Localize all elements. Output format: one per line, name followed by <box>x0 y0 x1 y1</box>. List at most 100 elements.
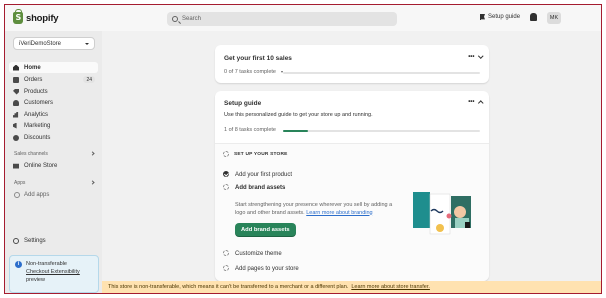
store-icon <box>13 163 19 169</box>
info-icon: i <box>15 261 22 268</box>
setup-guide-card: Setup guide ••• Use this personalized gu… <box>215 91 489 281</box>
illus-teal-panel <box>413 192 430 228</box>
step-add-pages[interactable]: Add pages to your store <box>235 266 299 272</box>
first-sales-card: Get your first 10 sales ••• 0 of 7 tasks… <box>215 45 489 83</box>
sidebar-item-orders[interactable]: Orders 24 <box>9 74 98 85</box>
store-selector[interactable]: iVeriDemoStore <box>13 37 95 50</box>
avatar[interactable]: MK <box>547 12 561 24</box>
store-name: iVeriDemoStore <box>19 40 62 47</box>
sales-channels-label: Sales channels <box>14 151 48 157</box>
shopify-bag-icon <box>13 9 23 24</box>
sidebar-item-discounts[interactable]: Discounts <box>9 132 98 143</box>
products-icon <box>13 88 19 95</box>
illus-yellow-dot <box>436 224 444 232</box>
add-brand-assets-button[interactable]: Add brand assets <box>235 223 296 237</box>
setup-guide-controls: ••• <box>468 99 483 106</box>
sidebar: iVeriDemoStore Home Orders 24 Products C… <box>5 31 102 293</box>
chevron-down-icon <box>85 42 89 45</box>
add-apps-label: Add apps <box>24 192 50 198</box>
chevron-down-icon[interactable] <box>477 53 483 59</box>
illus-bag-icon <box>465 222 470 228</box>
illus-pink-dot <box>446 213 452 219</box>
search-placeholder: Search <box>182 16 202 22</box>
setup-section-label: SET UP YOUR STORE <box>234 152 288 157</box>
marketing-icon <box>13 122 17 129</box>
setup-guide-button[interactable]: Setup guide <box>480 14 520 20</box>
step-circle-icon[interactable] <box>223 184 229 190</box>
sidebar-item-label: Discounts <box>24 134 51 141</box>
learn-more-store-transfer-link[interactable]: Learn more about store transfer. <box>351 284 430 290</box>
more-actions-icon[interactable]: ••• <box>468 54 474 60</box>
sidebar-item-label: Online Store <box>24 162 58 169</box>
sidebar-item-label: Orders <box>24 76 43 83</box>
sidebar-item-customers[interactable]: Customers <box>9 97 98 108</box>
setup-guide-title: Setup guide <box>224 100 262 107</box>
setup-guide-progress-bar <box>283 130 480 132</box>
notice-suffix: preview <box>26 277 45 283</box>
search-input[interactable]: Search <box>167 12 397 26</box>
first-sales-progress-text: 0 of 7 tasks complete <box>224 69 276 75</box>
step-customize-theme[interactable]: Customize theme <box>235 251 282 257</box>
home-icon <box>13 64 19 71</box>
main-content: Get your first 10 sales ••• 0 of 7 tasks… <box>102 31 601 293</box>
analytics-icon <box>13 111 19 118</box>
app-window: shopify Search Setup guide MK iVeriDemoS… <box>4 4 602 294</box>
brand-assets-illustration <box>413 192 471 235</box>
setup-steps-panel: SET UP YOUR STORE Add your first product… <box>215 143 489 281</box>
notice-text: Non-transferable <box>26 261 67 267</box>
more-actions-icon[interactable]: ••• <box>468 99 474 105</box>
step-circle-icon[interactable] <box>223 250 229 256</box>
sidebar-item-products[interactable]: Products <box>9 86 98 97</box>
sidebar-item-marketing[interactable]: Marketing <box>9 120 98 131</box>
section-circle-icon <box>223 151 229 157</box>
brand-name: shopify <box>26 12 59 24</box>
plus-circle-icon <box>14 192 20 198</box>
sidebar-item-settings[interactable]: Settings <box>9 235 98 246</box>
step-circle-icon[interactable] <box>223 265 229 271</box>
checkmark-circle-icon[interactable] <box>223 171 229 177</box>
top-bar: shopify Search Setup guide MK <box>5 5 601 31</box>
discounts-icon <box>13 134 19 141</box>
setup-guide-description: Use this personalized guide to get your … <box>224 112 373 118</box>
flag-icon <box>480 14 485 20</box>
sidebar-item-online-store[interactable]: Online Store <box>9 160 98 171</box>
first-sales-progress-bar <box>283 72 480 74</box>
sidebar-item-label: Settings <box>24 237 46 244</box>
warning-text: This store is non-transferable, which me… <box>108 284 349 290</box>
sidebar-item-label: Marketing <box>24 122 51 129</box>
sidebar-item-label: Analytics <box>24 111 49 118</box>
gear-icon <box>13 237 19 244</box>
apps-heading[interactable]: Apps <box>14 180 95 186</box>
sidebar-item-label: Customers <box>24 99 54 106</box>
sidebar-item-analytics[interactable]: Analytics <box>9 109 98 120</box>
shopify-logo[interactable]: shopify <box>13 9 59 24</box>
apps-label: Apps <box>14 180 26 186</box>
checkout-extensibility-notice: i Non-transferable Checkout Extensibilit… <box>9 255 99 293</box>
notice-link[interactable]: Checkout Extensibility <box>26 268 94 276</box>
first-sales-controls: ••• <box>468 53 483 60</box>
progress-caret-icon <box>281 70 283 73</box>
setup-guide-label: Setup guide <box>488 14 521 20</box>
chevron-right-icon <box>90 151 95 156</box>
setup-guide-progress-text: 1 of 8 tasks complete <box>224 127 276 133</box>
brand-assets-description: Start strengthening your presence wherev… <box>235 202 395 217</box>
sidebar-item-label: Products <box>24 88 48 95</box>
learn-more-branding-link[interactable]: Learn more about branding <box>306 210 372 216</box>
sidebar-item-home[interactable]: Home <box>9 62 98 73</box>
illus-peach-circle <box>454 206 466 218</box>
non-transferable-warning-bar: This store is non-transferable, which me… <box>102 281 601 293</box>
orders-count-badge: 24 <box>83 76 95 83</box>
add-apps-button[interactable]: Add apps <box>14 192 49 198</box>
chevron-up-icon[interactable] <box>477 100 483 106</box>
search-icon <box>172 16 178 22</box>
step-add-first-product[interactable]: Add your first product <box>235 172 292 178</box>
setup-guide-progress-fill <box>283 130 308 132</box>
step-add-brand-assets[interactable]: Add brand assets <box>235 185 285 191</box>
chevron-right-icon <box>90 180 95 185</box>
sidebar-item-label: Home <box>24 64 41 71</box>
sales-channels-heading[interactable]: Sales channels <box>14 151 95 157</box>
notification-bell-icon[interactable] <box>530 13 537 21</box>
customers-icon <box>13 99 19 106</box>
orders-icon <box>13 76 19 83</box>
first-sales-title: Get your first 10 sales <box>224 55 292 62</box>
